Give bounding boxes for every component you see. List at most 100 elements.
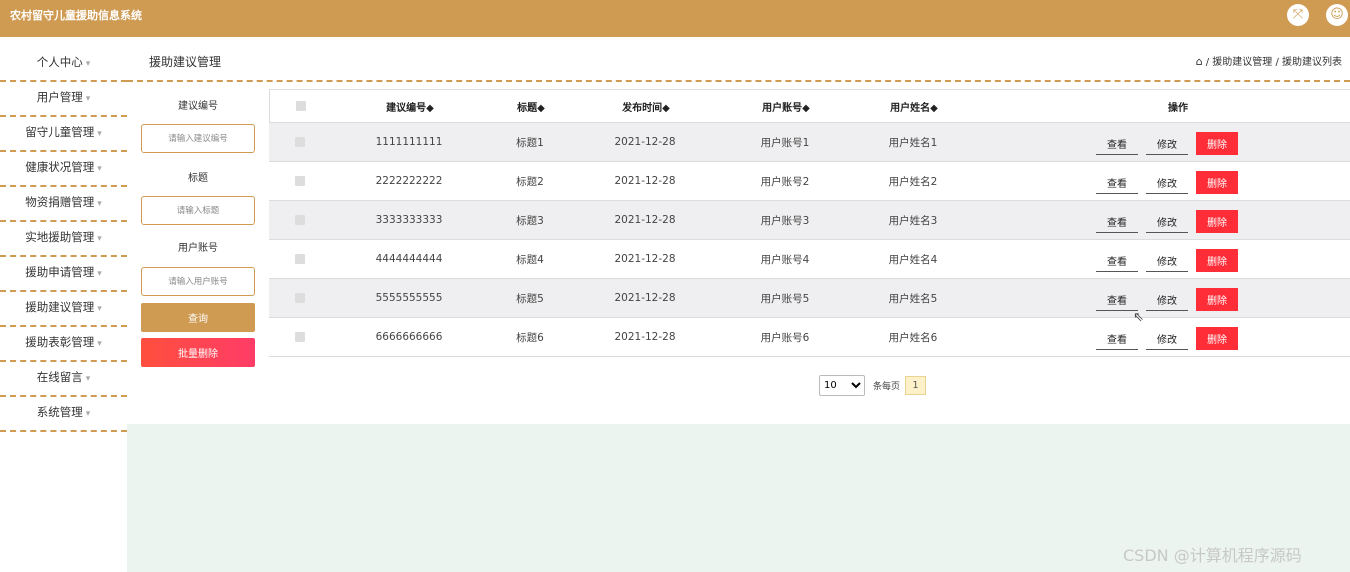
edit-button[interactable]: 修改 (1146, 250, 1188, 272)
cell-account: 用户账号4 (760, 253, 810, 266)
edit-button[interactable]: 修改 (1146, 172, 1188, 194)
id-filter-input[interactable] (141, 124, 255, 153)
sidebar-item-1[interactable]: 用户管理 ▾ (0, 82, 127, 117)
table-row: 1111111111 标题1 2021-12-28 用户账号1 用户姓名1 查看 修改 删除 (269, 123, 1350, 162)
view-button[interactable]: 查看 (1096, 250, 1138, 272)
delete-button[interactable]: 删除 (1196, 210, 1238, 233)
chevron-down-icon: ▾ (97, 234, 102, 244)
view-button[interactable]: 查看 (1096, 289, 1138, 311)
edit-button[interactable]: 修改 (1146, 328, 1188, 350)
user-icon[interactable]: ☺ (1326, 4, 1348, 26)
row-checkbox-cell[interactable] (287, 318, 313, 356)
fullscreen-icon[interactable]: ⤧ (1287, 4, 1309, 26)
cell-name: 用户姓名6 (888, 331, 938, 344)
sidebar-item-label: 健康状况管理 (25, 160, 95, 174)
select-all-checkbox[interactable] (296, 101, 306, 111)
delete-button[interactable]: 删除 (1196, 132, 1238, 155)
cell-name: 用户姓名4 (888, 253, 938, 266)
home-icon[interactable]: ⌂ (1196, 55, 1203, 68)
table-row: 5555555555 标题5 2021-12-28 用户账号5 用户姓名5 查看 修改 删除 (269, 279, 1350, 318)
cell-id: 5555555555 (375, 292, 443, 304)
view-button[interactable]: 查看 (1096, 328, 1138, 350)
cell-title: 标题5 (516, 292, 544, 305)
edit-button[interactable]: 修改 (1146, 289, 1188, 311)
header-id[interactable]: 建议编号◆ (360, 90, 460, 122)
header-ops: 操作 (1168, 102, 1188, 114)
account-filter-label: 用户账号 (178, 243, 218, 254)
page-number-button[interactable]: 1 (905, 375, 927, 395)
row-checkbox[interactable] (295, 254, 305, 264)
cell-account: 用户账号5 (760, 292, 810, 305)
cell-account: 用户账号2 (760, 175, 810, 188)
cell-name: 用户姓名2 (888, 175, 938, 188)
row-checkbox[interactable] (295, 332, 305, 342)
header-name[interactable]: 用户姓名◆ (864, 90, 964, 122)
chevron-down-icon: ▾ (97, 129, 102, 139)
page-size-select[interactable]: 10 (819, 374, 865, 396)
breadcrumb: ⌂ / 援助建议管理 / 援助建议列表 (1196, 53, 1342, 68)
batch-delete-button[interactable]: 批量删除 (141, 338, 255, 367)
cell-id: 6666666666 (375, 331, 443, 343)
breadcrumb-path[interactable]: / 援助建议管理 / 援助建议列表 (1206, 57, 1342, 68)
sidebar: 个人中心 ▾ 用户管理 ▾ 留守儿童管理 ▾ 健康状况管理 ▾ 物资捐赠管理 ▾ 实地援助管理 ▾ 援助… (0, 37, 127, 572)
account-filter-input[interactable] (141, 267, 255, 296)
select-all-checkbox-cell[interactable] (288, 90, 314, 122)
query-button[interactable]: 查询 (141, 303, 255, 332)
row-checkbox-cell[interactable] (287, 123, 313, 161)
delete-button[interactable]: 删除 (1196, 288, 1238, 311)
title-filter-input[interactable] (141, 196, 255, 225)
delete-button[interactable]: 删除 (1196, 171, 1238, 194)
chevron-down-icon: ▾ (97, 339, 102, 349)
edit-button[interactable]: 修改 (1146, 133, 1188, 155)
view-button[interactable]: 查看 (1096, 133, 1138, 155)
sidebar-item-5[interactable]: 实地援助管理 ▾ (0, 222, 127, 257)
sidebar-item-6[interactable]: 援助申请管理 ▾ (0, 257, 127, 292)
cell-title: 标题3 (516, 214, 544, 227)
sidebar-item-7[interactable]: 援助建议管理 ▾ (0, 292, 127, 327)
mouse-cursor-icon: ⇖ (1133, 310, 1144, 325)
view-button[interactable]: 查看 (1096, 211, 1138, 233)
cell-id: 4444444444 (375, 253, 443, 265)
row-checkbox-cell[interactable] (287, 240, 313, 278)
row-checkbox[interactable] (295, 137, 305, 147)
chevron-down-icon: ▾ (97, 164, 102, 174)
sidebar-item-label: 实地援助管理 (25, 230, 95, 244)
sidebar-item-4[interactable]: 物资捐赠管理 ▾ (0, 187, 127, 222)
header-date[interactable]: 发布时间◆ (596, 90, 696, 122)
delete-button[interactable]: 删除 (1196, 249, 1238, 272)
row-checkbox-cell[interactable] (287, 279, 313, 317)
chevron-down-icon: ▾ (97, 269, 102, 279)
cell-date: 2021-12-28 (614, 331, 676, 343)
row-checkbox[interactable] (295, 293, 305, 303)
sidebar-item-2[interactable]: 留守儿童管理 ▾ (0, 117, 127, 152)
row-checkbox-cell[interactable] (287, 201, 313, 239)
cell-title: 标题2 (516, 175, 544, 188)
sidebar-item-10[interactable]: 系统管理 ▾ (0, 397, 127, 432)
row-checkbox[interactable] (295, 176, 305, 186)
edit-button[interactable]: 修改 (1146, 211, 1188, 233)
sidebar-item-label: 援助建议管理 (25, 300, 95, 314)
per-page-label: 条每页 (873, 381, 901, 392)
cell-date: 2021-12-28 (614, 136, 676, 148)
cell-account: 用户账号1 (760, 136, 810, 149)
row-checkbox[interactable] (295, 215, 305, 225)
header-account[interactable]: 用户账号◆ (736, 90, 836, 122)
table-header-row: 建议编号◆ 标题◆ 发布时间◆ 用户账号◆ 用户姓名◆ 操作 (269, 89, 1350, 123)
row-checkbox-cell[interactable] (287, 162, 313, 200)
cell-account: 用户账号6 (760, 331, 810, 344)
sidebar-item-0[interactable]: 个人中心 ▾ (0, 47, 127, 82)
watermark: CSDN @计算机程序源码 (1123, 546, 1302, 565)
cell-title: 标题1 (516, 136, 544, 149)
view-button[interactable]: 查看 (1096, 172, 1138, 194)
delete-button[interactable]: 删除 (1196, 327, 1238, 350)
cell-name: 用户姓名1 (888, 136, 938, 149)
chevron-down-icon: ▾ (85, 374, 91, 384)
sidebar-item-9[interactable]: 在线留言 ▾ (0, 362, 127, 397)
chevron-down-icon: ▾ (85, 409, 91, 419)
sidebar-item-8[interactable]: 援助表彰管理 ▾ (0, 327, 127, 362)
cell-title: 标题6 (516, 331, 544, 344)
content-header: 援助建议管理 ⌂ / 援助建议管理 / 援助建议列表 (127, 37, 1350, 82)
sidebar-item-label: 个人中心 (36, 55, 83, 69)
sidebar-item-3[interactable]: 健康状况管理 ▾ (0, 152, 127, 187)
header-title[interactable]: 标题◆ (492, 90, 570, 122)
